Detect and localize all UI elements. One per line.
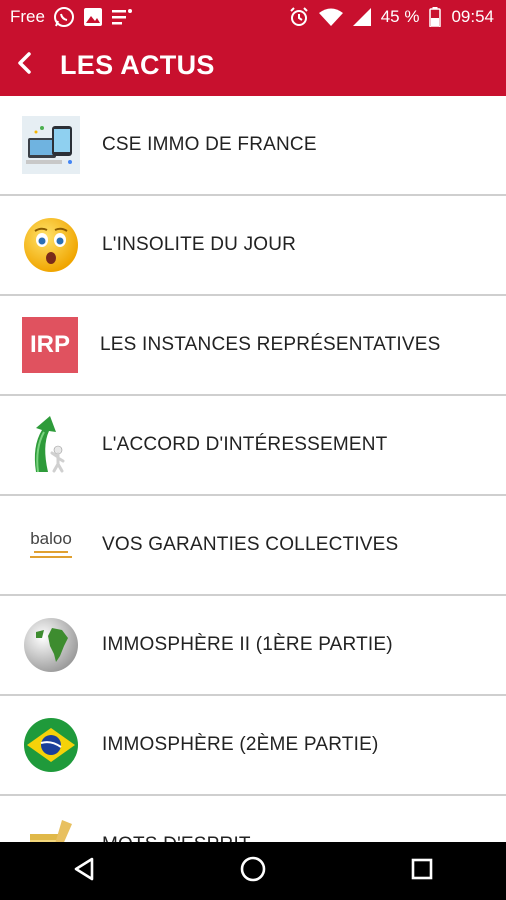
battery-icon — [429, 7, 442, 27]
carrier-label: Free — [10, 7, 45, 26]
chevron-left-icon — [15, 51, 35, 80]
image-icon — [83, 7, 103, 27]
globe-icon — [22, 616, 80, 674]
status-bar: Free 45 % 09:54 — [0, 0, 506, 34]
list-item-insolite[interactable]: L'INSOLITE DU JOUR — [0, 196, 506, 296]
notes-icon — [111, 8, 133, 26]
wifi-icon — [318, 8, 343, 26]
irp-logo: IRP — [22, 317, 78, 373]
list-item-label: IMMOSPHÈRE II (1ÈRE PARTIE) — [102, 634, 393, 655]
navigation-bar — [0, 842, 506, 900]
devices-thumbnail — [22, 116, 80, 174]
list-item-label: IMMOSPHÈRE (2ÈME PARTIE) — [102, 734, 379, 755]
brazil-flag-icon — [22, 716, 80, 774]
green-arrow-figure-icon — [22, 416, 80, 474]
page-title: LES ACTUS — [60, 49, 215, 80]
baloo-logo: baloo — [22, 516, 80, 574]
back-triangle-icon — [71, 856, 97, 887]
clock: 09:54 — [451, 7, 494, 26]
list-item-garanties[interactable]: baloo VOS GARANTIES COLLECTIVES — [0, 496, 506, 596]
baloo-logo-text: baloo — [30, 529, 72, 548]
nav-home-button[interactable] — [208, 842, 298, 900]
home-circle-icon — [239, 855, 267, 888]
recents-square-icon — [410, 857, 434, 886]
list-item-mots-esprit[interactable]: MOTS D'ESPRIT — [0, 796, 506, 842]
list-item-label: CSE IMMO DE FRANCE — [102, 134, 317, 155]
nav-back-button[interactable] — [39, 842, 129, 900]
app-bar: LES ACTUS — [0, 34, 506, 96]
irp-logo-text: IRP — [29, 331, 70, 358]
list-item-label: MOTS D'ESPRIT — [102, 834, 251, 842]
list-item-label: L'ACCORD D'INTÉRESSEMENT — [102, 434, 388, 455]
list-item-label: LES INSTANCES REPRÉSENTATIVES — [100, 334, 441, 355]
list-item-cse-immo[interactable]: CSE IMMO DE FRANCE — [0, 96, 506, 196]
list-item-label: L'INSOLITE DU JOUR — [102, 234, 297, 255]
notepad-pencil-icon — [22, 816, 80, 842]
surprised-emoji-icon — [22, 216, 80, 274]
news-list: CSE IMMO DE FRANCE L'INSOLITE DU JOUR IR… — [0, 96, 506, 842]
list-item-immosphere-2[interactable]: IMMOSPHÈRE (2ÈME PARTIE) — [0, 696, 506, 796]
alarm-icon — [289, 7, 309, 27]
list-item-label: VOS GARANTIES COLLECTIVES — [102, 534, 399, 555]
nav-recents-button[interactable] — [377, 842, 467, 900]
whatsapp-icon — [53, 6, 75, 28]
battery-percent: 45 % — [380, 7, 420, 26]
list-item-accord[interactable]: L'ACCORD D'INTÉRESSEMENT — [0, 396, 506, 496]
list-item-immosphere-1[interactable]: IMMOSPHÈRE II (1ÈRE PARTIE) — [0, 596, 506, 696]
signal-icon — [352, 8, 371, 26]
list-item-instances[interactable]: IRP LES INSTANCES REPRÉSENTATIVES — [0, 296, 506, 396]
back-button[interactable] — [0, 34, 50, 96]
